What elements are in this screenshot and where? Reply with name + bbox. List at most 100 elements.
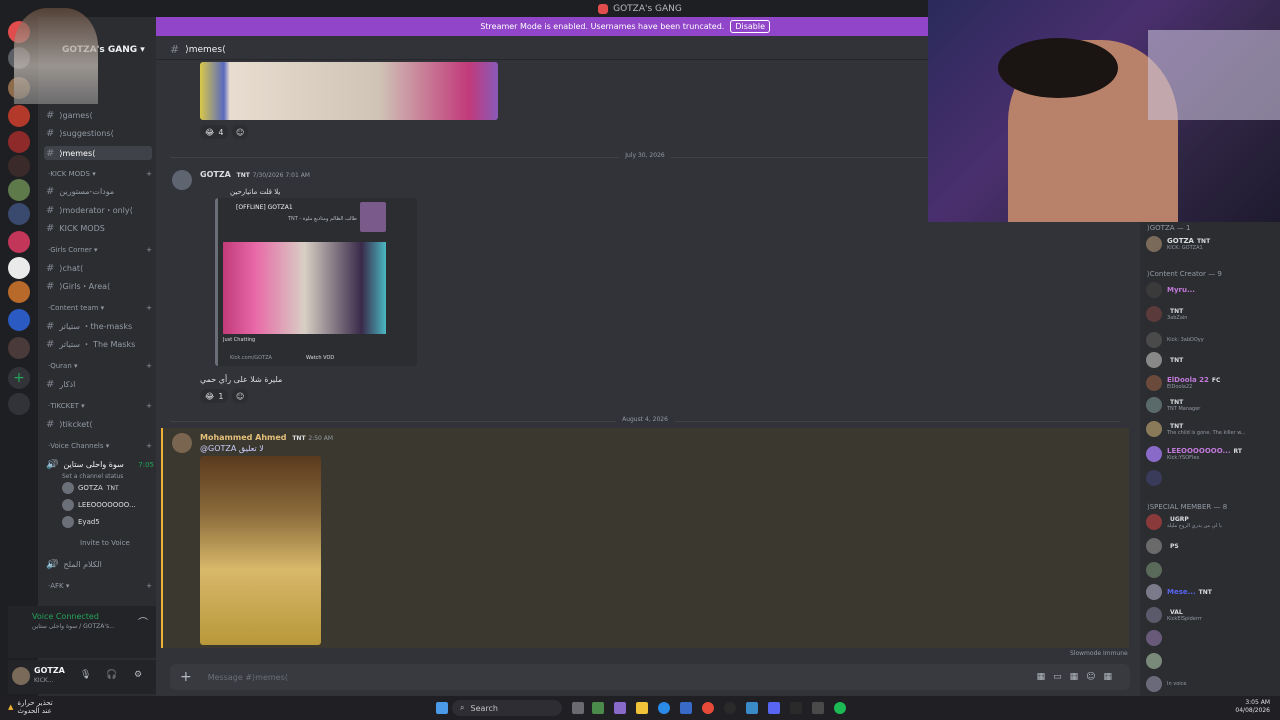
server-icon[interactable] [8,257,30,279]
chrome-icon[interactable] [702,702,714,714]
afk-channel-item[interactable]: 🔊 الكلام الملح [46,559,154,570]
member-item[interactable] [1146,651,1276,671]
embed-title[interactable]: [OFFLINE] GOTZA1 [236,204,293,211]
channel-category[interactable]: ·AFK ▾ + [48,582,152,590]
system-clock[interactable]: 3:05 AM 04/08/2026 [1235,699,1270,715]
app-icon[interactable] [790,702,802,714]
member-item[interactable]: TNT The child is gone. The killer w... [1146,419,1276,439]
obs-icon[interactable] [724,702,736,714]
channel-item[interactable]: # KICK MODS [46,223,154,234]
channel-item[interactable]: # ⟩memes⟨ [44,146,152,160]
headphones-icon[interactable]: 🎧 [106,670,117,680]
add-server-icon[interactable]: + [8,367,30,389]
discover-icon[interactable] [8,393,30,415]
add-channel-icon[interactable]: + [146,362,152,370]
channel-category[interactable]: ·Content team ▾ + [48,304,152,312]
voice-user[interactable]: Eyad5 [62,516,100,528]
message-author[interactable]: Mohammed Ahmed TNT 2:50 AM [200,433,333,442]
app-icon[interactable] [614,702,626,714]
server-icon[interactable] [8,337,30,359]
member-item[interactable]: TNT TNT Manager [1146,395,1276,415]
member-item[interactable]: Mese... TNT [1146,582,1276,602]
message-image[interactable] [200,62,498,120]
app-icon[interactable] [812,702,824,714]
member-item[interactable] [1146,468,1276,488]
add-channel-icon[interactable]: + [146,304,152,312]
voice-user[interactable]: GOTZA TNT [62,482,119,494]
add-channel-icon[interactable]: + [146,582,152,590]
member-item[interactable]: UGRP يا لي من يدري الروح مليلة [1146,512,1276,532]
member-item[interactable]: PS [1146,536,1276,556]
file-explorer-icon[interactable] [636,702,648,714]
channel-item[interactable]: # ستياتر ・ The Masks [46,339,154,350]
add-reaction-icon[interactable]: ☺ [232,125,249,139]
member-item[interactable]: Myru... [1146,280,1276,300]
add-channel-icon[interactable]: + [146,442,152,450]
watch-vod-button[interactable]: Watch VOD [306,355,334,361]
server-icon[interactable] [8,203,30,225]
member-item[interactable]: Kick: 3ab​DOyy [1146,330,1276,350]
channel-item[interactable]: # ⟩moderator・only⟨ [46,205,154,216]
message-author[interactable]: GOTZA TNT 7/30/2026 7:01 AM [200,170,310,179]
channel-category[interactable]: ·Girls Corner ▾ + [48,246,152,254]
server-icon[interactable] [8,309,30,331]
channel-status[interactable]: Set a channel status [62,473,123,480]
channel-category[interactable]: ·TIKCKET ▾ + [48,402,152,410]
server-icon[interactable] [8,231,30,253]
message-gif[interactable] [200,456,321,645]
embed-link[interactable]: Kick.com/GOTZA [230,355,272,361]
channel-item[interactable]: # ⟩tikcket⟨ [46,419,154,430]
channel-item[interactable]: # ⟩Girls・Area⟨ [46,281,154,292]
message-composer[interactable]: + Message #⟩memes⟨ ▦▭▦☺▦ [170,664,1130,690]
reaction-chip[interactable]: 😂 1 [200,389,229,403]
reaction-chip[interactable]: 😂 4 [200,125,229,139]
channel-item[interactable]: # ⟩suggestions⟨ [46,128,154,139]
member-item[interactable]: TNT [1146,350,1276,370]
taskbar-search[interactable]: ⌕ Search [452,700,562,716]
edge-icon[interactable] [658,702,670,714]
channel-item[interactable]: # مودات-مستورين [46,186,154,197]
start-icon[interactable] [436,702,448,714]
avatar[interactable] [12,667,30,685]
spotify-icon[interactable] [834,702,846,714]
weather-widget[interactable]: ▲ تحذير حرارة عند الحدوث [8,699,53,715]
server-icon[interactable] [8,179,30,201]
avatar[interactable] [172,433,192,453]
member-item[interactable]: LEEOOOOOOO... RT Kick:YSOFlex [1146,444,1276,464]
voice-channel-item[interactable]: 🔊 سوة واحلى ستاين 7:05 [46,459,154,470]
channel-item[interactable]: # ⟩chat⟨ [46,263,154,274]
member-item[interactable]: GOTZA TNT KICK: GOTZA1 [1146,234,1276,254]
server-icon[interactable] [8,281,30,303]
composer-tools-icon[interactable]: ▦▭▦☺▦ [1037,672,1120,682]
disconnect-icon[interactable]: ⌒ [138,614,148,629]
app-icon[interactable] [592,702,604,714]
member-item[interactable] [1146,628,1276,648]
member-item[interactable]: ElDoola 22 FC ElDoola22 [1146,373,1276,393]
discord-icon[interactable] [768,702,780,714]
channel-item[interactable]: # ستياتر ・the-masks [46,321,154,332]
channel-category[interactable]: ·Quran ▾ + [48,362,152,370]
avatar[interactable] [172,170,192,190]
add-attachment-icon[interactable]: + [180,669,192,685]
channel-item[interactable]: # اذكار [46,379,154,390]
settings-icon[interactable]: ⚙ [134,670,142,680]
member-item[interactable] [1146,560,1276,580]
add-channel-icon[interactable]: + [146,170,152,178]
member-item[interactable]: In voice [1146,674,1276,694]
channel-item[interactable]: # ⟩games⟨ [46,110,154,121]
member-item[interactable]: VAL KickElSpiderrr [1146,605,1276,625]
member-item[interactable]: TNT 3abZain [1146,304,1276,324]
channel-category[interactable]: ·KICK MODS ▾ + [48,170,152,178]
add-channel-icon[interactable]: + [146,402,152,410]
add-channel-icon[interactable]: + [146,246,152,254]
app-icon[interactable] [746,702,758,714]
disable-streamer-mode-button[interactable]: Disable [730,20,770,33]
channel-category[interactable]: ·Voice Channels ▾ + [48,442,152,450]
embed-image[interactable] [223,242,386,334]
task-view-icon[interactable] [572,702,584,714]
invite-to-voice[interactable]: Invite to Voice [80,539,130,547]
voice-user[interactable]: LEEOOOOOOO... [62,499,136,511]
add-reaction-icon[interactable]: ☺ [232,389,249,403]
server-icon[interactable] [8,155,30,177]
server-icon[interactable] [8,131,30,153]
